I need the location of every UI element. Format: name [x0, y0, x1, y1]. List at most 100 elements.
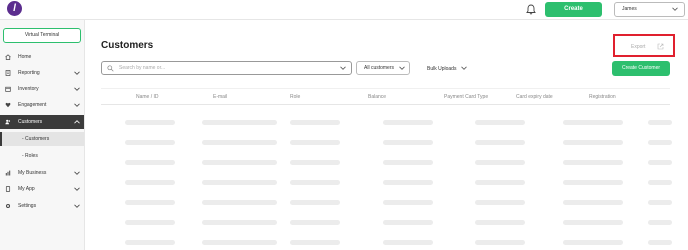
- skeleton-cell: [202, 220, 277, 225]
- skeleton-cell: [383, 160, 433, 165]
- export-icon[interactable]: [657, 43, 664, 50]
- sidebar-item-label: Home: [18, 54, 32, 60]
- skeleton-cell: [202, 140, 277, 145]
- skeleton-cell: [125, 120, 175, 125]
- filter-value: All customers: [364, 65, 395, 71]
- sidebar-item-my-app[interactable]: My App: [0, 182, 84, 196]
- skeleton-cell: [475, 220, 525, 225]
- bell-icon[interactable]: [526, 4, 536, 15]
- search-icon: [107, 65, 114, 72]
- skeleton-cell: [563, 140, 623, 145]
- skeleton-cell: [202, 120, 277, 125]
- chevron-up-icon: [74, 120, 80, 124]
- skeleton-cell: [290, 240, 340, 245]
- sidebar-item-settings[interactable]: Settings: [0, 199, 84, 213]
- table-header: Name / ID E-mail Role Balance Payment Ca…: [101, 88, 670, 105]
- chevron-down-icon: [74, 187, 80, 191]
- skeleton-cell: [202, 180, 277, 185]
- sidebar-item-home[interactable]: Home: [0, 50, 84, 64]
- brand-logo[interactable]: l: [7, 1, 22, 16]
- skeleton-cell: [125, 160, 175, 165]
- sidebar-item-inventory[interactable]: Inventory: [0, 82, 84, 96]
- search-input[interactable]: Search by name or...: [101, 61, 352, 75]
- skeleton-cell: [648, 180, 672, 185]
- skeleton-cell: [202, 160, 277, 165]
- chevron-down-icon: [74, 71, 80, 75]
- sidebar-item-label: My App: [18, 186, 35, 192]
- sidebar-subitem-customers[interactable]: - Customers: [0, 132, 84, 146]
- skeleton-cell: [648, 160, 672, 165]
- skeleton-cell: [563, 240, 623, 245]
- sidebar-item-label: Settings: [18, 203, 37, 209]
- skeleton-cell: [648, 200, 672, 205]
- user-menu[interactable]: James: [614, 2, 685, 17]
- create-button[interactable]: Create: [545, 2, 602, 17]
- settings-icon: [5, 203, 11, 209]
- skeleton-cell: [290, 220, 340, 225]
- top-bar: l Create James: [0, 0, 688, 20]
- chevron-down-icon: [74, 103, 80, 107]
- skeleton-cell: [383, 180, 433, 185]
- chart-icon: [5, 170, 11, 176]
- column-header-registration[interactable]: Registration: [589, 94, 616, 100]
- sidebar-item-label: Engagement: [18, 102, 47, 108]
- home-icon: [5, 54, 11, 60]
- skeleton-cell: [648, 220, 672, 225]
- sidebar-item-customers[interactable]: Customers: [0, 115, 84, 129]
- heart-icon: [5, 102, 11, 108]
- sidebar-subitem-roles[interactable]: - Roles: [0, 149, 84, 163]
- column-header-card-expiry[interactable]: Card expiry date: [516, 94, 553, 100]
- chevron-down-icon: [74, 171, 80, 175]
- chevron-down-icon[interactable]: [340, 65, 346, 71]
- customers-icon: [5, 119, 11, 125]
- sidebar-item-label: Inventory: [18, 86, 39, 92]
- skeleton-cell: [383, 140, 433, 145]
- column-header-payment-card-type[interactable]: Payment Card Type: [444, 94, 488, 100]
- chevron-down-icon: [399, 66, 405, 70]
- skeleton-cell: [475, 160, 525, 165]
- skeleton-cell: [475, 140, 525, 145]
- export-button[interactable]: Export: [631, 44, 645, 50]
- sidebar-item-reporting[interactable]: Reporting: [0, 66, 84, 80]
- skeleton-cell: [125, 140, 175, 145]
- column-header-name[interactable]: Name / ID: [136, 94, 159, 100]
- app-icon: [5, 186, 11, 192]
- skeleton-cell: [648, 120, 672, 125]
- skeleton-cell: [475, 120, 525, 125]
- create-customer-button[interactable]: Create Customer: [612, 61, 670, 76]
- column-header-role[interactable]: Role: [290, 94, 300, 100]
- bulk-uploads-menu[interactable]: Bulk Uploads: [427, 66, 456, 72]
- skeleton-cell: [290, 120, 340, 125]
- report-icon: [5, 70, 11, 76]
- chevron-down-icon: [74, 87, 80, 91]
- skeleton-cell: [475, 180, 525, 185]
- skeleton-cell: [563, 120, 623, 125]
- skeleton-cell: [290, 140, 340, 145]
- chevron-down-icon[interactable]: [461, 65, 467, 71]
- sidebar-item-my-business[interactable]: My Business: [0, 166, 84, 180]
- virtual-terminal-button[interactable]: Virtual Terminal: [3, 28, 81, 43]
- skeleton-cell: [383, 120, 433, 125]
- sidebar-item-label: Customers: [18, 119, 43, 125]
- user-name: James: [622, 6, 637, 12]
- skeleton-cell: [202, 240, 277, 245]
- skeleton-cell: [563, 180, 623, 185]
- column-header-email[interactable]: E-mail: [213, 94, 227, 100]
- skeleton-cell: [125, 200, 175, 205]
- skeleton-cell: [383, 240, 433, 245]
- skeleton-cell: [290, 180, 340, 185]
- customer-filter-select[interactable]: All customers: [356, 61, 410, 75]
- page-title: Customers: [101, 40, 154, 51]
- skeleton-cell: [202, 200, 277, 205]
- box-icon: [5, 86, 11, 92]
- column-header-balance[interactable]: Balance: [368, 94, 386, 100]
- chevron-down-icon: [672, 7, 678, 11]
- sidebar-item-engagement[interactable]: Engagement: [0, 98, 84, 112]
- skeleton-cell: [475, 240, 525, 245]
- skeleton-cell: [648, 140, 672, 145]
- skeleton-cell: [475, 200, 525, 205]
- skeleton-cell: [383, 200, 433, 205]
- chevron-down-icon: [74, 204, 80, 208]
- skeleton-cell: [125, 240, 175, 245]
- search-placeholder: Search by name or...: [119, 65, 166, 71]
